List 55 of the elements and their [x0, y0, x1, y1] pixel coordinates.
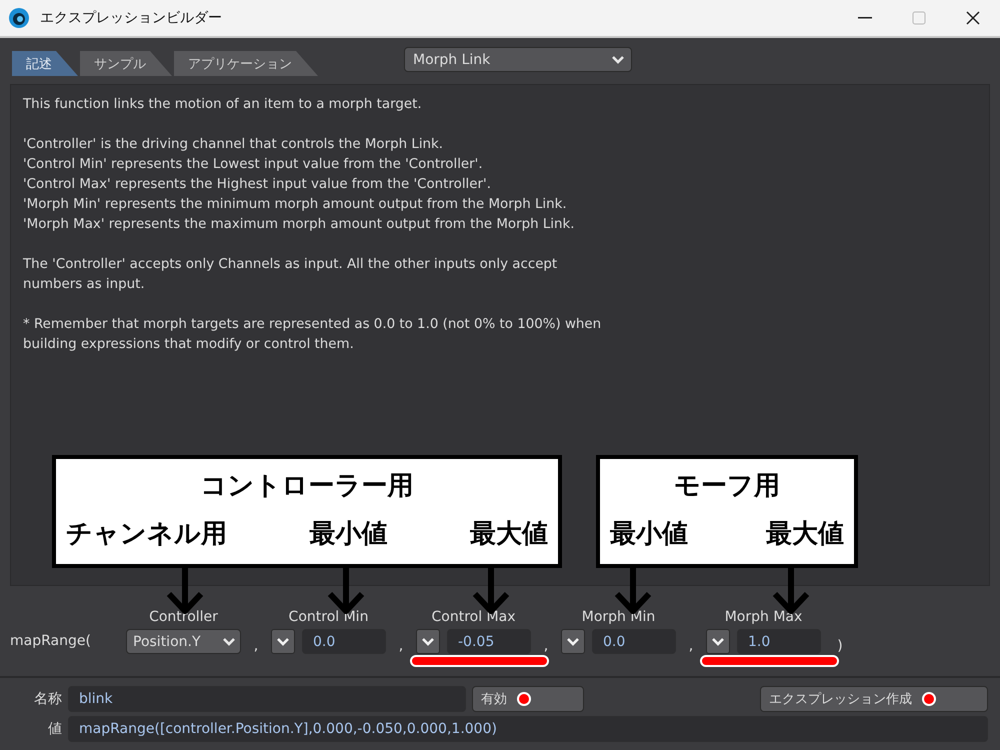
maximize-icon — [912, 11, 926, 25]
description-text: 'Control Max' represents the Highest input value from the 'Controller'. — [23, 176, 492, 194]
annotation-label: 最小値 — [310, 518, 388, 551]
dropdown-button[interactable] — [706, 629, 730, 654]
comma-separator: , — [542, 638, 550, 654]
annotation-label: チャンネル用 — [66, 518, 227, 551]
description-text: The 'Controller' accepts only Channels as input. All the other inputs only accept — [23, 256, 558, 274]
number-field[interactable]: 0.0 — [302, 629, 386, 654]
toggle-button[interactable]: 有効 — [472, 686, 584, 712]
tab[interactable]: 記述 — [12, 51, 78, 76]
comma-separator: , — [252, 638, 260, 654]
number-field[interactable]: 1.0 — [737, 629, 821, 654]
chevron-down-icon — [276, 636, 290, 646]
toggle-button[interactable]: エクスプレッション作成 — [760, 686, 988, 712]
description-text: numbers as input. — [23, 276, 146, 294]
annotation-title: モーフ用 — [674, 470, 780, 503]
description-text: 'Morph Min' represents the minimum morph amount output from the Morph Link. — [23, 196, 568, 214]
annotation-label: 最小値 — [610, 518, 688, 551]
parameter-label: Morph Max — [724, 609, 802, 625]
number-field[interactable]: 0.0 — [592, 629, 676, 654]
function-name: mapRange( — [10, 633, 92, 649]
description-text: 'Controller' is the driving channel that controls the Morph Link. — [23, 136, 444, 154]
comma-separator: , — [688, 638, 694, 654]
value-label: 値 — [47, 720, 62, 738]
minimize-icon — [858, 17, 872, 19]
dropdown-button[interactable] — [561, 629, 585, 654]
description-text: This function links the motion of an item to a morph target. — [23, 96, 423, 114]
description-text: 'Morph Max' represents the maximum morph amount output from the Morph Link. — [23, 216, 576, 234]
chevron-down-icon — [711, 636, 725, 646]
annotation-label: 最大値 — [470, 518, 548, 551]
parameter-label: Controller — [149, 609, 218, 625]
function-dropdown[interactable]: Morph Link — [404, 47, 632, 72]
number-field[interactable]: -0.05 — [447, 629, 531, 654]
chevron-down-icon — [566, 636, 580, 646]
description-text: 'Control Min' represents the Lowest input value from the 'Controller'. — [23, 156, 484, 174]
dropdown-button[interactable] — [271, 629, 295, 654]
window-title: エクスプレッションビルダー — [40, 9, 223, 27]
chevron-down-icon — [421, 636, 435, 646]
name-field[interactable]: blink — [68, 686, 466, 712]
tab[interactable]: サンプル — [80, 51, 172, 76]
expression-field[interactable]: mapRange([controller.Position.Y],0.000,-0.050,0.000,1.000) — [68, 716, 988, 742]
description-text: building expressions that modify or control them. — [23, 336, 355, 354]
app-logo-icon — [8, 7, 30, 29]
dropdown-button[interactable] — [416, 629, 440, 654]
closing-paren: ) — [836, 638, 844, 654]
annotation-label: 最大値 — [766, 518, 844, 551]
chevron-down-icon — [611, 54, 625, 64]
annotation-title: コントローラー用 — [200, 470, 414, 503]
description-text: * Remember that morph targets are represented as 0.0 to 1.0 (not 0% to 100%) when — [23, 316, 602, 334]
comma-separator: , — [398, 638, 404, 654]
name-label: 名称 — [33, 690, 62, 708]
tab[interactable]: アプリケーション — [174, 51, 318, 76]
channel-dropdown[interactable]: Position.Y — [126, 629, 241, 654]
close-icon — [965, 10, 981, 26]
chevron-down-icon — [222, 636, 236, 646]
